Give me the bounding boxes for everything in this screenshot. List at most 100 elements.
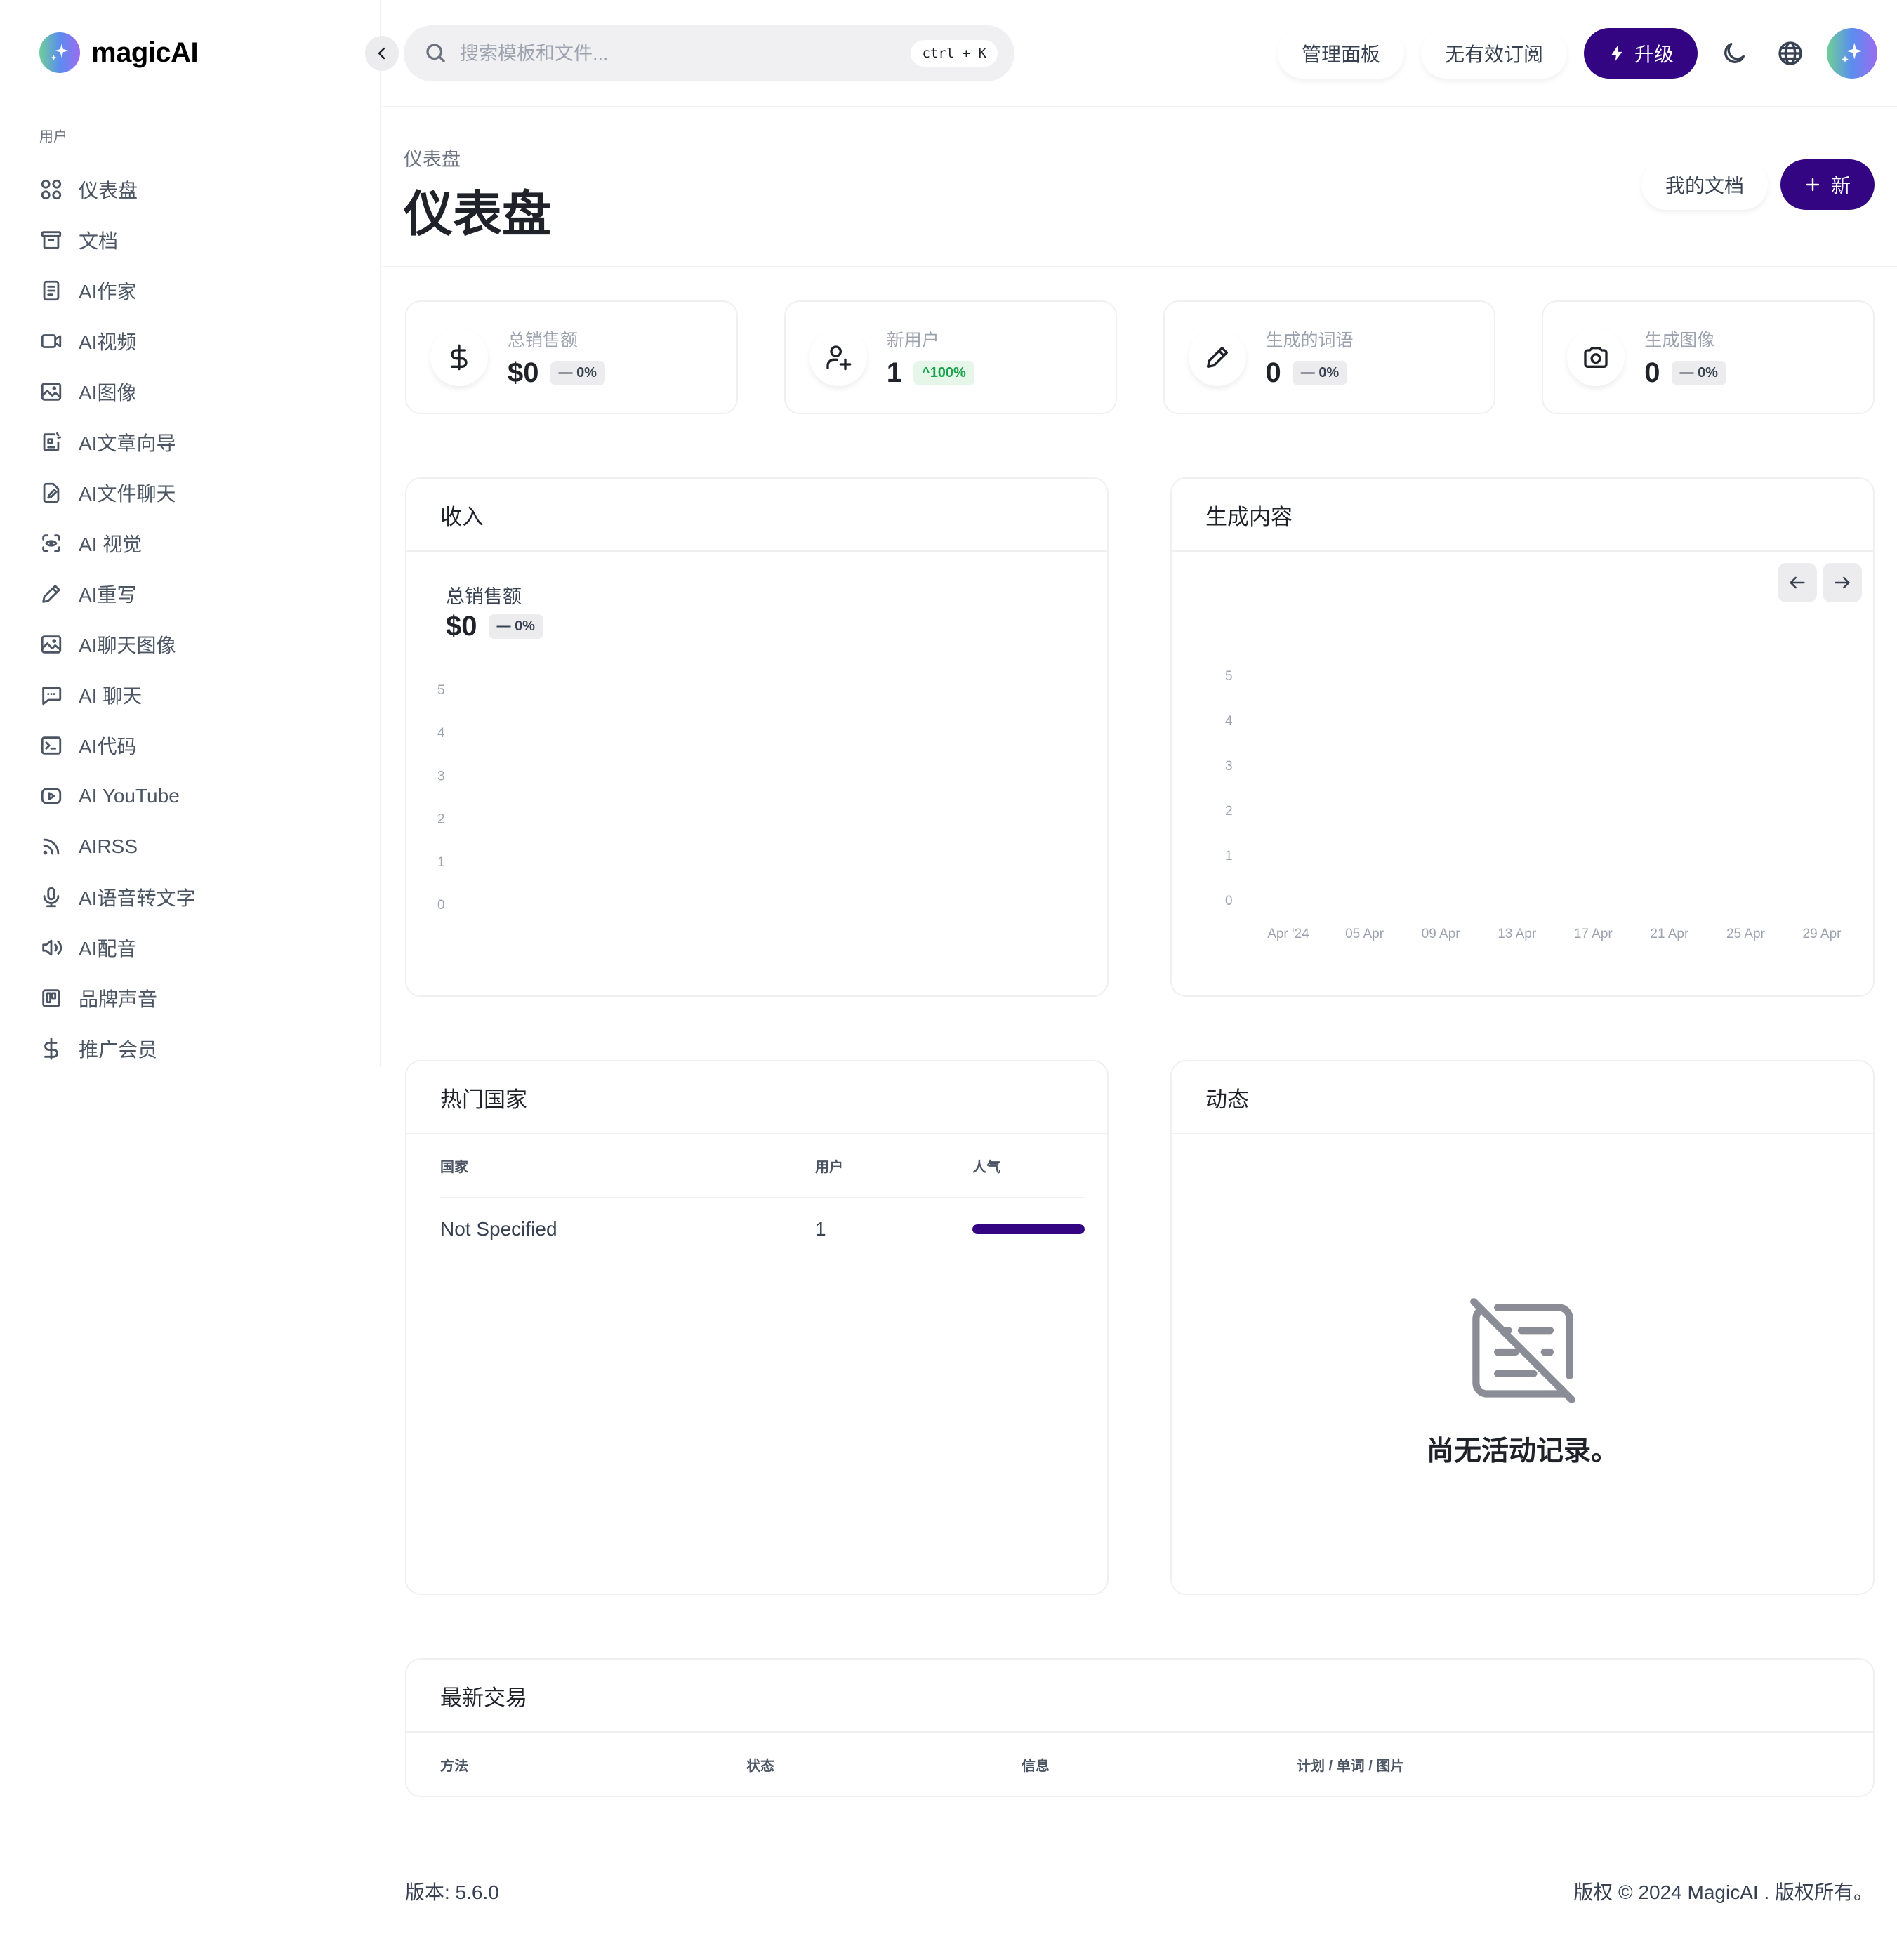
transactions-table: 方法 状态 信息 计划 / 单词 / 图片	[440, 1733, 1839, 1796]
y-tick-label: 4	[437, 726, 445, 741]
country-name: Not Specified	[440, 1217, 557, 1240]
search-icon	[426, 44, 446, 63]
prev-button[interactable]	[1778, 563, 1817, 602]
table-row: Not Specified 1	[440, 1198, 1085, 1259]
card-title: 动态	[1172, 1061, 1873, 1134]
sidebar-item[interactable]: 仪表盘	[39, 164, 362, 215]
column-header-users[interactable]: 用户	[815, 1134, 972, 1198]
sidebar-item-label: AI重写	[79, 584, 137, 606]
popularity-fill	[972, 1224, 1085, 1234]
revenue-change-badge: — 0%	[488, 614, 543, 639]
sidebar-item-label: AI配音	[79, 938, 137, 960]
sidebar-item[interactable]: AI图像	[39, 366, 362, 417]
sidebar-item-label: AI语音转文字	[79, 887, 196, 909]
search-bar[interactable]: ctrl + K	[404, 25, 1014, 81]
arrow-right-icon	[1835, 576, 1850, 589]
x-tick-label: 25 Apr	[1726, 927, 1766, 941]
sidebar-item[interactable]: AI聊天图像	[39, 619, 362, 670]
latest-transactions-card: 最新交易 方法 状态 信息 计划 / 单词 / 图片	[405, 1658, 1875, 1797]
sparkle-icon	[1842, 43, 1863, 63]
user-avatar[interactable]	[1827, 28, 1877, 79]
sidebar-item[interactable]: 文档	[39, 215, 362, 265]
lightning-icon	[1611, 46, 1622, 61]
y-tick-label: 0	[1225, 894, 1233, 908]
chevron-left-icon	[378, 47, 385, 60]
generated-content-chart: 0 1 2 3 4 5 Apr '24 05 Apr 09 Apr 13 Apr 17 Apr 21 …	[1225, 669, 1842, 941]
sidebar-item-label: AI聊天图像	[79, 635, 176, 656]
user-plus-icon	[809, 329, 867, 386]
stat-value: $0	[508, 357, 539, 388]
new-label: 新	[1830, 175, 1851, 197]
subscription-button[interactable]: 无有效订阅	[1420, 28, 1567, 79]
admin-panel-button[interactable]: 管理面板	[1277, 28, 1404, 79]
sidebar-item[interactable]: AI配音	[39, 922, 362, 973]
document-icon	[39, 279, 63, 303]
no-activity-icon	[1469, 1298, 1575, 1403]
breadcrumb[interactable]: 仪表盘	[404, 144, 461, 171]
language-button[interactable]	[1771, 34, 1810, 73]
sidebar-item[interactable]: AI文件聊天	[39, 468, 362, 518]
search-input[interactable]	[460, 42, 911, 65]
column-header-popularity[interactable]: 人气	[972, 1134, 1085, 1198]
column-header-plan-words-images[interactable]: 计划 / 单词 / 图片	[1297, 1733, 1839, 1796]
sidebar-item[interactable]: 推广会员	[39, 1024, 362, 1074]
stat-label: 生成图像	[1644, 330, 1715, 350]
y-tick-label: 2	[437, 812, 445, 827]
stat-change-badge: — 0%	[1671, 360, 1726, 385]
sidebar-nav: 仪表盘文档 AI作家 AI视频 AI图像 AI文章向导 AI文件聊天 AI 视觉 AI重写 AI…	[39, 164, 362, 1074]
stat-value: 1	[886, 357, 902, 388]
collapse-sidebar-button[interactable]	[365, 36, 399, 71]
revenue-total-value: $0	[446, 611, 477, 642]
column-header-method[interactable]: 方法	[440, 1733, 746, 1796]
stat-change-badge: — 0%	[1292, 360, 1348, 385]
upgrade-button[interactable]: 升级	[1583, 28, 1698, 79]
sidebar-item[interactable]: AI 聊天	[39, 670, 362, 720]
new-button[interactable]: 新	[1780, 159, 1875, 210]
sidebar-item[interactable]: AI语音转文字	[39, 872, 362, 922]
sidebar-item-label: AI代码	[79, 736, 137, 757]
sidebar-item-label: AI YouTube	[79, 785, 180, 807]
pencil-icon	[1188, 329, 1246, 386]
sidebar: magicAI 用户 仪表盘文档 AI作家 AI视频 AI图像 AI文章向导 AI文件聊天…	[0, 0, 381, 1067]
sidebar-item[interactable]: AIRSS	[39, 821, 362, 872]
nav-section-label: 用户	[39, 129, 67, 145]
empty-state-text: 尚无活动记录。	[1426, 1436, 1618, 1466]
sidebar-item[interactable]: AI作家	[39, 265, 362, 316]
speaker-icon	[39, 936, 63, 960]
sidebar-item[interactable]: AI重写	[39, 569, 362, 619]
revenue-chart: 0 1 2 3 4 5	[437, 683, 445, 913]
y-tick-label: 3	[1225, 759, 1233, 774]
sidebar-item[interactable]: AI 视觉	[39, 518, 362, 569]
page-title: 仪表盘	[404, 187, 551, 241]
card-title: 生成内容	[1172, 479, 1873, 552]
column-header-country[interactable]: 国家	[440, 1134, 815, 1198]
eye-scan-icon	[39, 531, 63, 555]
sidebar-item-label: 仪表盘	[79, 180, 138, 201]
sidebar-item[interactable]: AI文章向导	[39, 417, 362, 468]
x-tick-label: Apr '24	[1267, 927, 1309, 941]
column-header-info[interactable]: 信息	[1022, 1733, 1297, 1796]
stat-value: 0	[1644, 357, 1660, 388]
brand-voice-icon	[39, 986, 63, 1010]
sidebar-item[interactable]: AI代码	[39, 720, 362, 771]
image-icon	[39, 380, 63, 404]
sidebar-item[interactable]: AI YouTube	[39, 771, 362, 821]
camera-icon	[1567, 329, 1625, 386]
globe-icon	[1778, 41, 1802, 65]
upgrade-label: 升级	[1634, 44, 1674, 65]
sidebar-item-label: 文档	[79, 230, 119, 252]
sidebar-item[interactable]: 品牌声音	[39, 973, 362, 1024]
archive-icon	[39, 228, 63, 252]
column-header-status[interactable]: 状态	[746, 1733, 1022, 1796]
dark-mode-toggle[interactable]	[1714, 34, 1754, 73]
next-button[interactable]	[1823, 563, 1862, 602]
pencil-icon	[39, 582, 63, 606]
card-title: 热门国家	[407, 1061, 1107, 1134]
file-edit-icon	[39, 481, 63, 505]
logo[interactable]: magicAI	[39, 32, 199, 73]
youtube-icon	[39, 784, 63, 808]
x-tick-label: 29 Apr	[1803, 927, 1842, 941]
sidebar-item[interactable]: AI视频	[39, 316, 362, 366]
y-tick-label: 0	[437, 898, 445, 913]
my-documents-button[interactable]: 我的文档	[1641, 159, 1768, 210]
